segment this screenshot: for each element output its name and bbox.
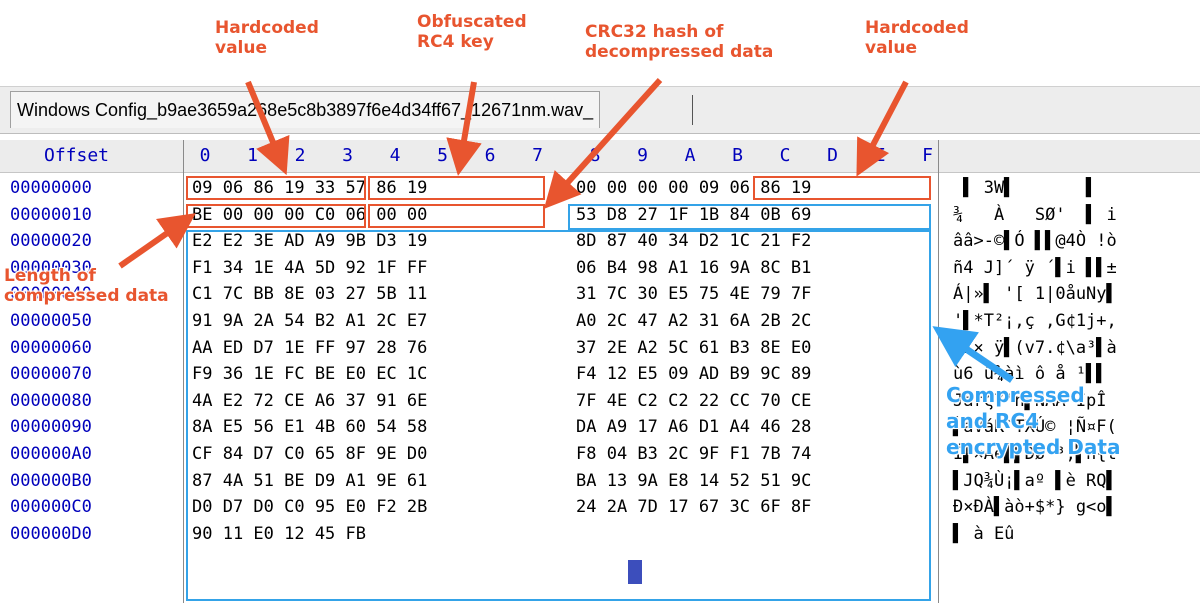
label-obfuscated-key: Obfuscated RC4 key	[417, 12, 527, 52]
arrow-hardcoded-left	[245, 80, 290, 176]
arrow-length	[118, 213, 196, 269]
label-crc32: CRC32 hash of decompressed data	[585, 22, 774, 62]
label-hardcoded-right: Hardcoded value	[865, 18, 969, 58]
label-hardcoded-left: Hardcoded value	[215, 18, 319, 58]
annotation-arrows	[118, 77, 1014, 383]
arrow-crc32	[543, 77, 663, 209]
arrow-obfuscated-key	[446, 81, 482, 176]
arrow-hardcoded-right	[856, 80, 909, 177]
arrow-compressed	[932, 326, 1014, 383]
label-length: Length of compressed data	[4, 266, 169, 306]
hex-editor-annotated-screenshot: Windows Config_b9ae3659a268e5c8b3897f6e4…	[0, 0, 1200, 603]
label-compressed-data: Compressed and RC4 encrypted Data	[946, 383, 1121, 459]
